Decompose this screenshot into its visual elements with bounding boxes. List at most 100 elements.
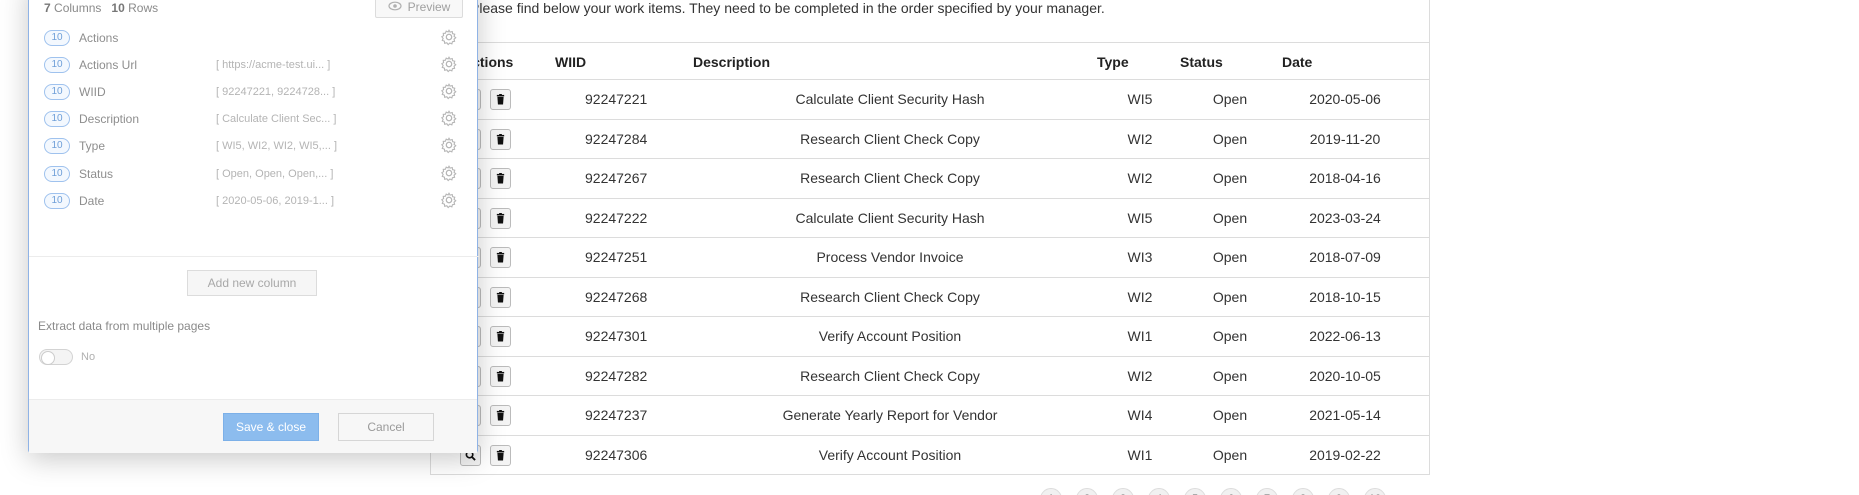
header-status[interactable]: Status [1180, 54, 1223, 70]
work-items-table: Actions WIID Description Type Status Dat… [430, 42, 1430, 475]
table-row: 92247221 Calculate Client Security Hash WI… [430, 80, 1430, 120]
extract-wizard-dialog: 7 Columns 10 Rows Preview 10 Actions 10 Act… [28, 0, 479, 453]
delete-button[interactable] [490, 286, 511, 308]
gear-icon[interactable] [440, 82, 458, 100]
delete-button[interactable] [490, 89, 511, 110]
cell-type: WI2 [1127, 170, 1153, 186]
delete-button[interactable] [490, 207, 511, 229]
header-wiid[interactable]: WIID [555, 54, 586, 70]
cell-description: Calculate Client Security Hash [795, 91, 985, 107]
column-row[interactable]: 10 Description [ Calculate Client Sec... ] [44, 108, 464, 132]
cell-wiid: 92247237 [585, 407, 648, 423]
column-name[interactable]: Status [79, 167, 113, 181]
delete-button[interactable] [490, 365, 511, 387]
page-button[interactable]: 6 [1220, 488, 1242, 495]
trash-icon [496, 410, 505, 421]
cell-description: Verify Account Position [818, 446, 962, 463]
column-name[interactable]: Actions [79, 31, 118, 45]
page-button[interactable]: 1 [1040, 488, 1062, 495]
delete-button[interactable] [490, 444, 511, 466]
column-sample-values: [ 92247221, 9224728... ] [216, 86, 336, 99]
save-close-button[interactable]: Save & close [223, 413, 319, 441]
cell-type: WI4 [1127, 407, 1153, 423]
trash-icon [496, 212, 505, 224]
column-name[interactable]: Description [79, 112, 139, 126]
page-button[interactable]: 8 [1292, 488, 1314, 495]
delete-button[interactable] [490, 405, 511, 426]
column-row[interactable]: 10 Date [ 2020-05-06, 2019-1... ] [44, 190, 464, 214]
cancel-button[interactable]: Cancel [338, 413, 434, 441]
gear-icon[interactable] [440, 191, 458, 209]
cell-status: Open [1212, 209, 1248, 226]
cell-description: Research Client Check Copy [800, 130, 980, 147]
column-name[interactable]: Date [79, 194, 104, 208]
column-name[interactable]: Actions Url [79, 58, 137, 72]
header-description[interactable]: Description [693, 54, 770, 70]
extract-multiple-pages-label: Extract data from multiple pages [38, 319, 211, 333]
divider [29, 256, 479, 257]
delete-button[interactable] [490, 168, 511, 189]
gear-icon[interactable] [440, 109, 458, 127]
cell-date: 2018-07-09 [1309, 249, 1381, 265]
page-button[interactable]: 10 [1364, 488, 1386, 495]
column-count-badge: 10 [44, 165, 70, 182]
column-sample-values: [ WI5, WI2, WI2, WI5,... ] [216, 140, 338, 153]
summary-counts: 7 Columns 10 Rows [44, 1, 158, 15]
columns-count: 7 [44, 1, 51, 15]
delete-button[interactable] [490, 128, 511, 150]
preview-button[interactable]: Preview [375, 0, 463, 18]
page-button[interactable]: 7 [1256, 488, 1278, 495]
column-row[interactable]: 10 Type [ WI5, WI2, WI2, WI5,... ] [44, 135, 464, 159]
gear-icon[interactable] [440, 164, 458, 182]
extract-multiple-pages-toggle[interactable] [39, 349, 73, 365]
cell-wiid: 92247284 [585, 130, 648, 147]
cell-status: Open [1212, 328, 1248, 344]
cell-type: WI2 [1127, 367, 1153, 384]
column-row[interactable]: 10 Actions Url [ https://acme-test.ui... ] [44, 54, 464, 78]
column-count-badge: 10 [44, 84, 70, 101]
gear-icon[interactable] [440, 55, 458, 73]
column-sample-values: [ Calculate Client Sec... ] [216, 113, 337, 126]
cell-description: Calculate Client Security Hash [795, 209, 985, 226]
pagination: 1 2 3 4 5 6 7 8 9 10 [1040, 488, 1386, 495]
cell-status: Open [1212, 170, 1248, 186]
header-type[interactable]: Type [1097, 54, 1129, 70]
column-name[interactable]: WIID [79, 85, 106, 99]
cell-wiid: 92247222 [585, 209, 648, 226]
column-count-badge: 10 [44, 57, 70, 74]
delete-button[interactable] [490, 247, 511, 268]
rows-count: 10 [111, 1, 125, 15]
add-new-column-button[interactable]: Add new column [187, 270, 317, 296]
column-row[interactable]: 10 Status [ Open, Open, Open,... ] [44, 163, 464, 187]
gear-icon[interactable] [440, 136, 458, 154]
intro-text: Please find below your work items. They … [470, 0, 1105, 16]
table-row: 92247237 Generate Yearly Report for Vendo… [430, 396, 1430, 436]
cell-type: WI5 [1127, 209, 1153, 226]
cell-wiid: 92247282 [585, 367, 648, 384]
cell-date: 2022-06-13 [1309, 328, 1381, 344]
page-button[interactable]: 3 [1112, 488, 1134, 495]
column-sample-values: [ https://acme-test.ui... ] [216, 59, 331, 72]
cell-type: WI3 [1127, 249, 1153, 265]
table-row: 92247282 Research Client Check Copy WI2 Ope… [430, 357, 1430, 396]
cell-date: 2023-03-24 [1309, 209, 1381, 226]
delete-button[interactable] [490, 326, 511, 347]
cell-wiid: 92247251 [585, 249, 648, 265]
table-row: 92247268 Research Client Check Copy WI2 Ope… [430, 278, 1430, 317]
trash-icon [496, 133, 505, 145]
cell-type: WI5 [1127, 91, 1153, 107]
cell-type: WI2 [1127, 130, 1153, 147]
column-row[interactable]: 10 WIID [ 92247221, 9224728... ] [44, 81, 464, 105]
cell-date: 2018-10-15 [1309, 288, 1381, 305]
gear-icon[interactable] [440, 28, 458, 46]
page-button[interactable]: 9 [1328, 488, 1350, 495]
column-name[interactable]: Type [79, 139, 105, 153]
page-button[interactable]: 4 [1148, 488, 1170, 495]
header-date[interactable]: Date [1282, 54, 1312, 70]
page-button[interactable]: 5 [1184, 488, 1206, 495]
column-row[interactable]: 10 Actions [44, 27, 464, 51]
cell-status: Open [1212, 249, 1248, 265]
cell-date: 2018-04-16 [1309, 170, 1381, 186]
page-button[interactable]: 2 [1076, 488, 1098, 495]
table-row: 92247301 Verify Account Position WI1 Open 20… [430, 317, 1430, 357]
